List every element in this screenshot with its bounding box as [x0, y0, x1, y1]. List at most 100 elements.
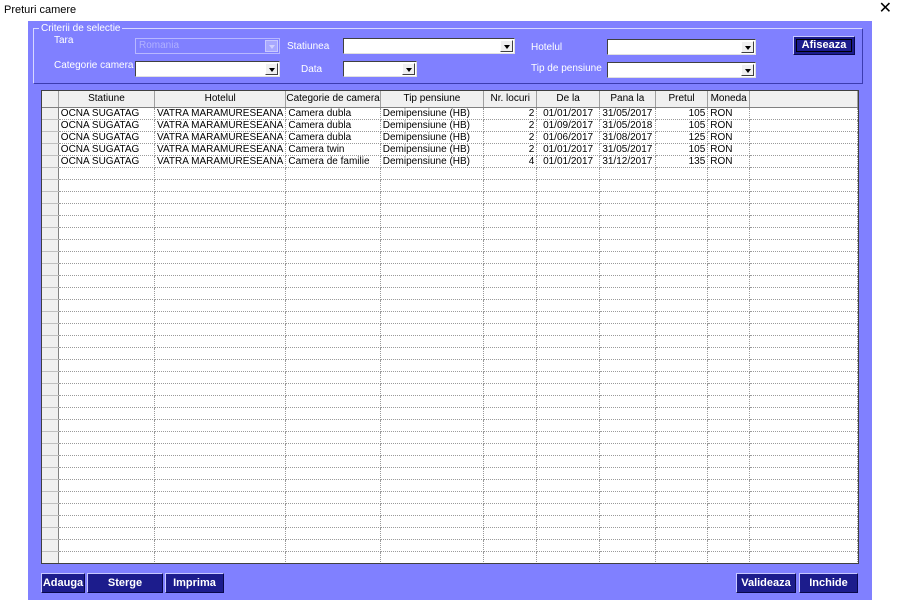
- table-cell[interactable]: [58, 215, 156, 228]
- table-cell[interactable]: [707, 251, 751, 264]
- table-row[interactable]: [42, 515, 858, 528]
- row-selector[interactable]: [42, 479, 59, 492]
- table-cell[interactable]: [655, 371, 709, 384]
- table-cell[interactable]: [599, 167, 656, 180]
- table-cell[interactable]: [483, 431, 538, 444]
- row-selector[interactable]: [42, 167, 59, 180]
- table-cell[interactable]: [483, 323, 538, 336]
- table-cell[interactable]: [599, 419, 656, 432]
- table-cell[interactable]: [483, 179, 538, 192]
- table-cell[interactable]: 01/01/2017: [536, 143, 600, 156]
- table-cell[interactable]: [285, 455, 381, 468]
- table-cell[interactable]: [380, 287, 485, 300]
- table-cell[interactable]: [655, 167, 709, 180]
- table-row[interactable]: [42, 539, 858, 552]
- table-cell[interactable]: Demipensiune (HB): [380, 143, 485, 156]
- table-cell[interactable]: [483, 251, 538, 264]
- table-cell[interactable]: [285, 407, 381, 420]
- table-cell[interactable]: [380, 455, 485, 468]
- table-cell[interactable]: [655, 323, 709, 336]
- table-cell[interactable]: [536, 419, 600, 432]
- table-cell[interactable]: [58, 455, 156, 468]
- row-selector[interactable]: [42, 287, 59, 300]
- table-cell[interactable]: [655, 395, 709, 408]
- table-cell[interactable]: [599, 539, 656, 552]
- table-cell[interactable]: [154, 335, 287, 348]
- table-cell[interactable]: [285, 527, 381, 540]
- table-cell[interactable]: [285, 263, 381, 276]
- table-cell[interactable]: [58, 491, 156, 504]
- column-header[interactable]: De la: [536, 91, 600, 108]
- table-cell[interactable]: [707, 287, 751, 300]
- table-cell[interactable]: 01/01/2017: [536, 107, 600, 120]
- table-cell[interactable]: [707, 443, 751, 456]
- row-selector[interactable]: [42, 455, 59, 468]
- table-cell[interactable]: [599, 443, 656, 456]
- row-selector[interactable]: [42, 371, 59, 384]
- table-cell[interactable]: [285, 239, 381, 252]
- table-cell[interactable]: [58, 431, 156, 444]
- table-row[interactable]: [42, 347, 858, 360]
- row-selector[interactable]: [42, 227, 59, 240]
- table-cell[interactable]: 4: [483, 155, 538, 168]
- table-row[interactable]: [42, 263, 858, 276]
- table-cell[interactable]: Demipensiune (HB): [380, 131, 485, 144]
- table-cell[interactable]: [285, 419, 381, 432]
- table-cell[interactable]: [380, 311, 485, 324]
- table-cell[interactable]: [154, 503, 287, 516]
- table-row[interactable]: OCNA SUGATAG VATRA MARAMURESEANA Camera du…: [42, 107, 858, 120]
- table-cell[interactable]: [380, 191, 485, 204]
- table-cell[interactable]: [707, 395, 751, 408]
- table-cell[interactable]: [655, 191, 709, 204]
- table-cell[interactable]: VATRA MARAMURESEANA: [154, 143, 287, 156]
- table-cell[interactable]: [707, 347, 751, 360]
- table-row[interactable]: [42, 383, 858, 396]
- table-cell[interactable]: [483, 455, 538, 468]
- table-cell[interactable]: [154, 179, 287, 192]
- table-cell[interactable]: [536, 551, 600, 563]
- table-cell[interactable]: [58, 251, 156, 264]
- table-cell[interactable]: [536, 335, 600, 348]
- table-cell[interactable]: [154, 191, 287, 204]
- table-cell[interactable]: [58, 503, 156, 516]
- table-cell[interactable]: [285, 467, 381, 480]
- column-header[interactable]: Categorie de camera: [285, 91, 381, 108]
- table-cell[interactable]: [707, 527, 751, 540]
- table-cell[interactable]: [655, 335, 709, 348]
- table-row[interactable]: [42, 179, 858, 192]
- row-selector[interactable]: [42, 467, 59, 480]
- table-cell[interactable]: RON: [707, 131, 751, 144]
- table-cell[interactable]: [599, 359, 656, 372]
- table-cell[interactable]: [599, 299, 656, 312]
- table-cell[interactable]: [285, 227, 381, 240]
- table-cell[interactable]: [154, 215, 287, 228]
- table-cell[interactable]: [58, 539, 156, 552]
- table-cell[interactable]: [483, 467, 538, 480]
- table-cell[interactable]: [599, 431, 656, 444]
- adauga-button[interactable]: Adauga: [41, 573, 85, 593]
- table-cell[interactable]: [707, 167, 751, 180]
- table-cell[interactable]: [707, 455, 751, 468]
- table-row[interactable]: OCNA SUGATAG VATRA MARAMURESEANA Camera tw…: [42, 143, 858, 156]
- table-cell[interactable]: 105: [655, 107, 709, 120]
- table-cell[interactable]: [655, 515, 709, 528]
- table-row[interactable]: [42, 419, 858, 432]
- row-selector[interactable]: [42, 539, 59, 552]
- table-cell[interactable]: [380, 407, 485, 420]
- table-cell[interactable]: [58, 227, 156, 240]
- table-row[interactable]: [42, 359, 858, 372]
- table-cell[interactable]: [380, 299, 485, 312]
- table-cell[interactable]: [154, 227, 287, 240]
- table-cell[interactable]: [707, 215, 751, 228]
- table-cell[interactable]: [285, 359, 381, 372]
- table-cell[interactable]: [285, 287, 381, 300]
- table-row[interactable]: [42, 527, 858, 540]
- table-row[interactable]: [42, 311, 858, 324]
- column-header[interactable]: Hotelul: [154, 91, 287, 108]
- table-cell[interactable]: [483, 287, 538, 300]
- table-cell[interactable]: [536, 527, 600, 540]
- table-cell[interactable]: [285, 383, 381, 396]
- table-cell[interactable]: 135: [655, 155, 709, 168]
- table-cell[interactable]: [599, 467, 656, 480]
- row-selector[interactable]: [42, 551, 59, 563]
